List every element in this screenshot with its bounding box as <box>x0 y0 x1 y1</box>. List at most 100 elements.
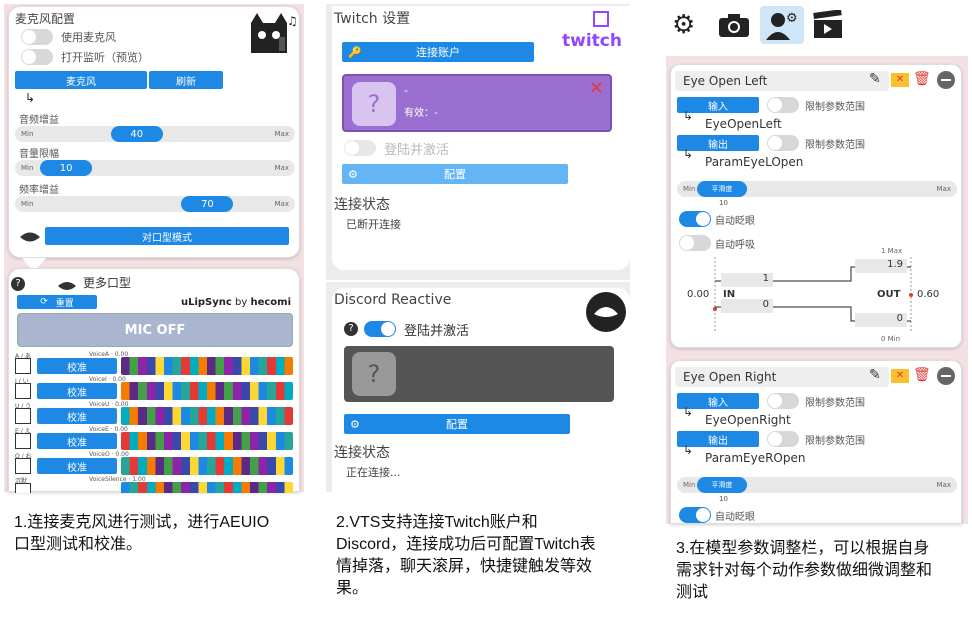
gain-slider[interactable]: Min Max 40 <box>15 126 295 142</box>
auto-blink-label: 自动眨眼 <box>715 216 755 227</box>
twitch-login-label: 登陆并激活 <box>384 143 450 158</box>
caption-3: 3.在模型参数调整栏，可以根据自身 需求针对每个动作参数做细微调整和测试 <box>676 540 933 601</box>
lip-checkbox[interactable] <box>15 483 31 493</box>
ulipsync-brand: uLipSync by hecomi <box>180 297 291 308</box>
edit-pencil-icon[interactable]: ✎ <box>869 71 881 87</box>
lip-checkbox[interactable] <box>15 408 31 424</box>
output-limit-toggle[interactable] <box>767 135 799 151</box>
smoothing-thumb[interactable]: 平滑度 <box>697 181 747 197</box>
output-limit-toggle[interactable] <box>767 431 799 447</box>
use-mic-label: 使用麦克风 <box>61 31 116 44</box>
lip-checkbox[interactable] <box>15 383 31 399</box>
lip-heatmap <box>121 432 293 450</box>
auto-blink-label: 自动眨眼 <box>715 512 755 523</box>
edit-pencil-icon[interactable]: ✎ <box>869 367 881 383</box>
discord-help-icon[interactable]: ? <box>344 322 358 336</box>
input-arrow-icon: ↳ <box>683 109 694 123</box>
calibrate-button[interactable]: 校准 <box>37 358 117 374</box>
out-max-label: 1 Max <box>881 247 903 255</box>
auto-blink-toggle[interactable] <box>679 507 711 523</box>
camera-icon[interactable] <box>718 12 750 38</box>
limit-label: 音量限幅 <box>19 149 59 160</box>
smoothing-value: 10 <box>719 199 728 207</box>
lip-checkbox[interactable] <box>15 358 31 374</box>
trash-icon[interactable]: 🗑 <box>913 71 931 87</box>
auto-blink-toggle[interactable] <box>679 211 711 227</box>
lip-sync-mode-button[interactable]: 对口型模式 <box>45 227 289 245</box>
freq-slider-thumb[interactable]: 70 <box>181 196 234 212</box>
twitch-account-card: ? - 有效：- ✕ <box>342 74 612 132</box>
output-param-name: ParamEyeLOpen <box>705 155 804 169</box>
in-min-field[interactable]: 0 <box>721 299 773 313</box>
lips-icon-2 <box>57 277 77 290</box>
model-settings-tab[interactable]: ⚙ <box>760 6 804 44</box>
settings-gear-icon[interactable]: ⚙ <box>672 10 702 40</box>
caption-2: 2.VTS支持连接Twitch账户和Discord，连接成功后可配置Twitch… <box>336 514 596 597</box>
account-validity: 有效：- <box>404 108 438 119</box>
smoothing-thumb[interactable]: 平滑度 <box>697 477 747 493</box>
discord-config-button[interactable]: ⚙ 配置 <box>344 414 570 434</box>
out-max-field[interactable]: 1.9 <box>855 259 907 273</box>
collapse-icon[interactable] <box>937 367 955 385</box>
calibrate-button[interactable]: 校准 <box>37 433 117 449</box>
smoothing-slider[interactable]: Min Max 平滑度 <box>677 477 957 493</box>
use-mic-toggle[interactable] <box>21 29 53 45</box>
refresh-icon: ⟳ <box>40 297 48 307</box>
avatar-placeholder-icon: ? <box>352 82 396 126</box>
mic-select-button[interactable]: 麦克风 <box>15 71 147 89</box>
limit-slider-thumb[interactable]: 10 <box>40 160 93 176</box>
param-block: Eye Open Left ✎ ✕ 🗑 输入 限制参数范围 ↳ EyeOpenL… <box>670 64 962 348</box>
twitch-config-button[interactable]: ⚙ 配置 <box>342 164 568 184</box>
calibrate-button[interactable]: 校准 <box>37 458 117 474</box>
param-name-field[interactable]: Eye Open Right <box>675 367 889 387</box>
discord-login-toggle[interactable] <box>364 321 396 337</box>
connect-account-button[interactable]: 🔑 连接账户 <box>342 42 534 62</box>
lip-heatmap <box>121 457 293 475</box>
close-icon[interactable]: ✕ <box>589 78 604 99</box>
input-param-name: EyeOpenRight <box>705 413 791 427</box>
lip-row: A / あ VoiceA · 0.00 校准 <box>9 351 301 376</box>
cat-mic-icon: ♫ <box>245 11 298 55</box>
svg-text:twitch: twitch <box>562 31 622 50</box>
discord-login-label: 登陆并激活 <box>404 324 470 339</box>
delete-folder-icon[interactable]: ✕ <box>891 73 909 87</box>
mic-off-status[interactable]: MIC OFF <box>17 313 293 347</box>
reset-button[interactable]: ⟳ 重置 <box>17 295 97 309</box>
delete-folder-icon[interactable]: ✕ <box>891 369 909 383</box>
clapperboard-icon[interactable] <box>812 9 844 40</box>
help-icon[interactable]: ? <box>11 277 25 291</box>
twitch-login-toggle[interactable] <box>344 140 376 156</box>
caption-1: 1.连接麦克风进行测试，进行AEUIO口型测试和校准。 <box>14 514 270 553</box>
lip-calibration-list: A / あ VoiceA · 0.00 校准 I / い VoiceI · 0.… <box>9 351 301 493</box>
freq-slider[interactable]: Min Max 70 <box>15 196 295 212</box>
refresh-button[interactable]: 刷新 <box>149 71 223 89</box>
calibrate-button[interactable]: 校准 <box>37 408 117 424</box>
mic-config-title: 麦克风配置 <box>15 12 76 26</box>
out-min-field[interactable]: 0 <box>855 313 907 327</box>
in-max-field[interactable]: 1 <box>721 273 773 287</box>
lip-checkbox[interactable] <box>15 458 31 474</box>
lip-checkbox[interactable] <box>15 433 31 449</box>
output-param-name: ParamEyeROpen <box>705 451 806 465</box>
input-limit-toggle[interactable] <box>767 393 799 409</box>
input-arrow-icon: ↳ <box>683 405 694 419</box>
input-limit-label: 限制参数范围 <box>805 398 865 409</box>
gain-slider-thumb[interactable]: 40 <box>110 126 163 142</box>
discord-avatar-placeholder-icon: ? <box>352 352 396 396</box>
out-current-value: 0.60 <box>917 289 940 300</box>
monitor-label: 打开监听（预览） <box>61 51 149 64</box>
output-arrow-icon: ↳ <box>683 443 694 457</box>
collapse-icon[interactable] <box>937 71 955 89</box>
arrow-icon: ↳ <box>25 91 36 105</box>
param-name-field[interactable]: Eye Open Left <box>675 71 889 91</box>
in-current-value: 0.00 <box>687 289 710 300</box>
input-limit-toggle[interactable] <box>767 97 799 113</box>
trash-icon[interactable]: 🗑 <box>913 367 931 383</box>
discord-account-card: ? <box>344 346 614 402</box>
limit-slider[interactable]: Min Max 10 <box>15 160 295 176</box>
lip-row: O / お VoiceO · 0.00 校准 <box>9 451 301 476</box>
monitor-toggle[interactable] <box>21 49 53 65</box>
lip-voice-value: VoiceI · 0.00 <box>89 376 126 383</box>
smoothing-slider[interactable]: Min Max 平滑度 <box>677 181 957 197</box>
calibrate-button[interactable]: 校准 <box>37 383 117 399</box>
